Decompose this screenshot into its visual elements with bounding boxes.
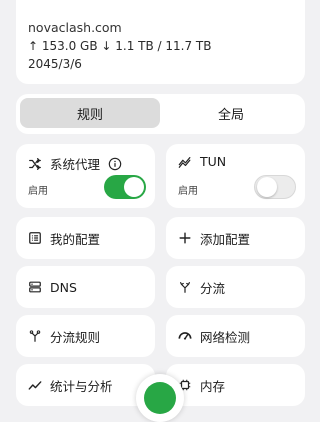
line-chart-icon: [28, 378, 42, 392]
my-profiles-tile[interactable]: 我的配置: [16, 217, 155, 259]
power-icon: [144, 382, 176, 414]
tun-label: TUN: [200, 154, 227, 169]
trend-icon: [178, 155, 192, 169]
add-profile-tile[interactable]: 添加配置: [166, 217, 305, 259]
connect-button[interactable]: [136, 374, 184, 422]
plus-icon: [178, 231, 192, 245]
branch-icon: [28, 329, 42, 343]
memory-label: 内存: [200, 378, 226, 394]
profile-traffic: ↑ 153.0 GB ↓ 1.1 TB / 11.7 TB: [28, 39, 212, 53]
add-profile-label: 添加配置: [200, 231, 251, 247]
network-check-tile[interactable]: 网络检测: [166, 315, 305, 357]
speedometer-icon: [178, 329, 192, 343]
fork-icon: [178, 280, 192, 294]
system-proxy-card[interactable]: 系统代理 启用: [16, 144, 155, 208]
memory-tile[interactable]: 内存: [166, 364, 305, 406]
dns-tile[interactable]: DNS: [16, 266, 155, 308]
split-rules-tile[interactable]: 分流规则: [16, 315, 155, 357]
stats-tile[interactable]: 统计与分析: [16, 364, 155, 406]
stats-label: 统计与分析: [50, 378, 113, 394]
server-icon: [28, 280, 42, 294]
info-icon[interactable]: [108, 157, 122, 171]
tun-toggle[interactable]: [254, 175, 296, 199]
system-proxy-label: 系统代理: [50, 157, 101, 172]
profile-card[interactable]: novaclash.com ↑ 153.0 GB ↓ 1.1 TB / 11.7…: [16, 0, 305, 84]
tun-status: 启用: [178, 186, 198, 197]
profile-name: novaclash.com: [28, 20, 122, 35]
mode-rules-button[interactable]: 规则: [20, 98, 160, 128]
tun-card[interactable]: TUN 启用: [166, 144, 305, 208]
my-profiles-label: 我的配置: [50, 231, 101, 247]
mode-global-button[interactable]: 全局: [161, 98, 301, 128]
dns-label: DNS: [50, 279, 77, 295]
split-tile[interactable]: 分流: [166, 266, 305, 308]
system-proxy-toggle[interactable]: [104, 175, 146, 199]
split-rules-label: 分流规则: [50, 329, 101, 345]
list-icon: [28, 231, 42, 245]
profile-expire-date: 2045/3/6: [28, 57, 82, 71]
shuffle-icon: [28, 157, 42, 171]
system-proxy-status: 启用: [28, 186, 48, 197]
split-label: 分流: [200, 280, 226, 296]
mode-selector: 规则 全局: [16, 94, 305, 134]
network-check-label: 网络检测: [200, 329, 251, 345]
